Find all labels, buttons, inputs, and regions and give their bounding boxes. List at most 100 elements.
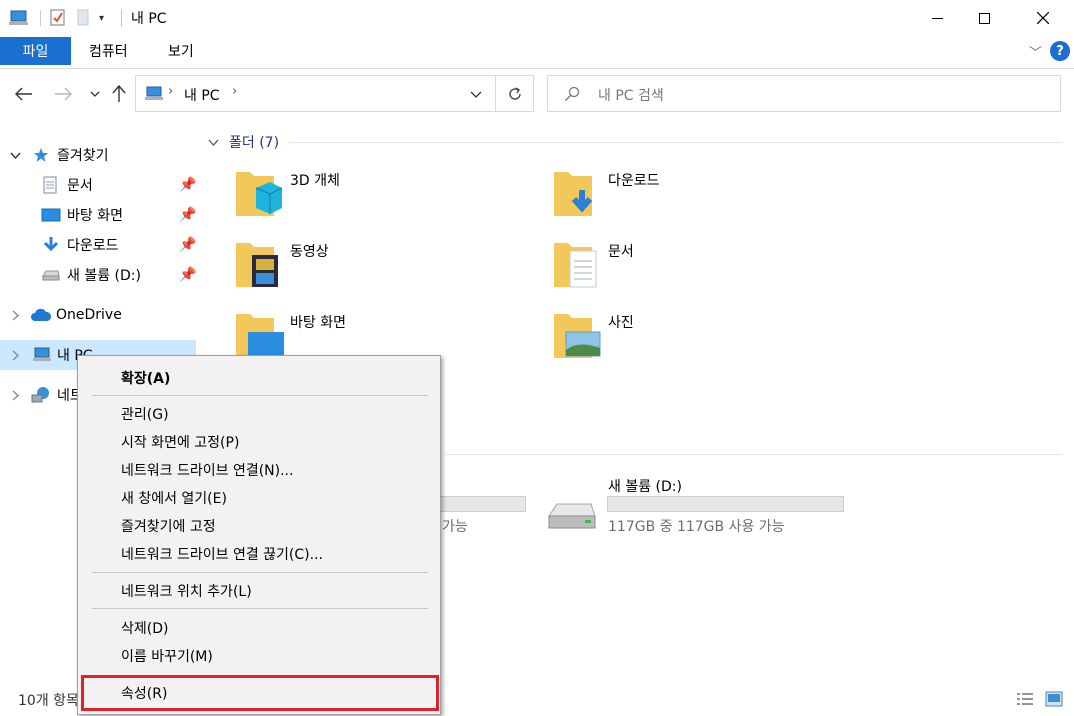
group-title: 폴더 (7): [229, 135, 280, 151]
drive-free-text: 가능: [442, 519, 468, 535]
folder-label: 다운로드: [608, 173, 660, 189]
status-item-count: 10개 항목: [18, 693, 79, 709]
drive-icon: [42, 270, 60, 281]
tab-computer[interactable]: 컴퓨터: [89, 37, 128, 65]
minimize-icon: [931, 17, 943, 19]
folder-label: 3D 개체: [290, 173, 340, 189]
downloads-folder-icon: [554, 172, 593, 216]
pin-icon: 📌: [179, 177, 197, 193]
address-bar[interactable]: › 내 PC ›: [135, 75, 496, 112]
pin-icon: 📌: [179, 207, 197, 223]
drive-usage-bar: [440, 496, 526, 512]
back-button[interactable]: [13, 82, 35, 106]
menu-item-delete[interactable]: 삭제(D): [121, 618, 168, 638]
forward-button[interactable]: [52, 82, 74, 106]
nav-label: 문서: [67, 178, 93, 194]
window-title: 내 PC: [131, 11, 167, 27]
this-pc-icon: [8, 8, 30, 28]
expand-ribbon-icon[interactable]: ﹀: [1029, 42, 1042, 61]
search-box[interactable]: 내 PC 검색: [547, 75, 1061, 112]
search-placeholder: 내 PC 검색: [598, 88, 664, 104]
title-bar: ▾ 내 PC: [0, 0, 1074, 36]
desktop-icon: [41, 208, 61, 222]
menu-item-rename[interactable]: 이름 바꾸기(M): [121, 646, 213, 666]
tab-file[interactable]: 파일: [0, 37, 71, 65]
folder-label: 문서: [608, 244, 634, 260]
recent-locations-button[interactable]: [84, 82, 106, 106]
up-button[interactable]: [108, 82, 130, 106]
nav-quick-access[interactable]: 즐겨찾기: [0, 140, 196, 170]
nav-item-volume-d[interactable]: 새 볼륨 (D:) 📌: [0, 260, 196, 290]
expand-chevron-icon[interactable]: [8, 348, 22, 362]
close-icon: [1037, 12, 1049, 24]
forward-arrow-icon: [55, 87, 72, 101]
ribbon-tabs: 파일 컴퓨터 보기 ﹀ ?: [0, 36, 1074, 69]
menu-separator: [92, 395, 428, 396]
nav-onedrive[interactable]: OneDrive: [0, 300, 196, 330]
pin-icon: 📌: [179, 237, 197, 253]
menu-separator: [92, 572, 428, 573]
close-button[interactable]: [1020, 0, 1066, 36]
desktop-folder-icon: [236, 314, 284, 358]
maximize-icon: [978, 12, 990, 24]
folder-videos[interactable]: 동영상: [234, 237, 534, 297]
breadcrumb-this-pc[interactable]: 내 PC: [184, 85, 220, 105]
new-folder-icon[interactable]: [76, 8, 90, 28]
nav-label: 즐겨찾기: [57, 148, 109, 164]
large-icons-view-icon[interactable]: [1045, 691, 1063, 711]
collapse-chevron-icon[interactable]: [8, 148, 22, 162]
menu-item-pin-quick-access[interactable]: 즐겨찾기에 고정: [121, 516, 216, 536]
nav-item-desktop[interactable]: 바탕 화면 📌: [0, 200, 196, 230]
group-divider: [290, 142, 1062, 143]
folder-documents[interactable]: 문서: [552, 237, 852, 297]
minimize-button[interactable]: [914, 0, 960, 36]
menu-item-pin-to-start[interactable]: 시작 화면에 고정(P): [121, 432, 239, 452]
folder-label: 사진: [608, 315, 634, 331]
refresh-icon: [508, 86, 521, 100]
tab-view[interactable]: 보기: [168, 37, 194, 65]
menu-item-expand[interactable]: 확장(A): [121, 368, 170, 388]
collapse-chevron-icon: [208, 139, 219, 146]
pictures-folder-icon: [554, 314, 601, 358]
this-pc-icon: [33, 347, 51, 361]
refresh-button[interactable]: [496, 75, 534, 112]
drive-usage-bar: [607, 496, 844, 512]
nav-item-downloads[interactable]: 다운로드 📌: [0, 230, 196, 260]
this-pc-icon: [145, 86, 163, 100]
document-icon: [43, 176, 57, 194]
network-icon: [31, 387, 49, 403]
nav-label: 바탕 화면: [67, 208, 123, 224]
nav-item-documents[interactable]: 문서 📌: [0, 170, 196, 200]
menu-item-map-network-drive[interactable]: 네트워크 드라이브 연결(N)...: [121, 460, 293, 480]
drive-icon: [548, 503, 596, 529]
nav-label: 새 볼륨 (D:): [67, 268, 141, 284]
menu-item-add-network-location[interactable]: 네트워크 위치 추가(L): [121, 581, 252, 601]
details-view-icon[interactable]: [1016, 692, 1034, 710]
devices-group-divider: [445, 454, 1062, 455]
menu-item-manage[interactable]: 관리(G): [121, 404, 169, 424]
folder-pictures[interactable]: 사진: [552, 308, 852, 368]
help-button[interactable]: ?: [1050, 41, 1070, 61]
menu-item-open-new-window[interactable]: 새 창에서 열기(E): [121, 488, 227, 508]
context-menu: 확장(A) 관리(G) 시작 화면에 고정(P) 네트워크 드라이브 연결(N)…: [77, 355, 441, 715]
drive-label: 새 볼륨 (D:): [608, 479, 682, 495]
address-dropdown-icon[interactable]: [470, 91, 482, 98]
breadcrumb-chevron-icon[interactable]: ›: [232, 84, 237, 99]
folder-downloads[interactable]: 다운로드: [552, 166, 852, 226]
menu-separator: [92, 608, 428, 609]
back-arrow-icon: [15, 87, 32, 101]
folder-3d-objects[interactable]: 3D 개체: [234, 166, 534, 226]
folders-group-header[interactable]: 폴더 (7): [208, 132, 279, 152]
documents-folder-icon: [554, 243, 597, 288]
maximize-button[interactable]: [961, 0, 1007, 36]
expand-chevron-icon[interactable]: [8, 388, 22, 402]
properties-icon[interactable]: [50, 8, 66, 28]
folder-label: 동영상: [290, 244, 329, 260]
menu-item-disconnect-network-drive[interactable]: 네트워크 드라이브 연결 끊기(C)...: [121, 544, 323, 564]
star-icon: [34, 148, 48, 162]
search-icon: [565, 86, 580, 101]
download-icon: [43, 237, 59, 252]
menu-item-properties[interactable]: 속성(R): [121, 683, 167, 703]
customize-toolbar-icon[interactable]: ▾: [99, 8, 104, 28]
expand-chevron-icon[interactable]: [8, 308, 22, 322]
